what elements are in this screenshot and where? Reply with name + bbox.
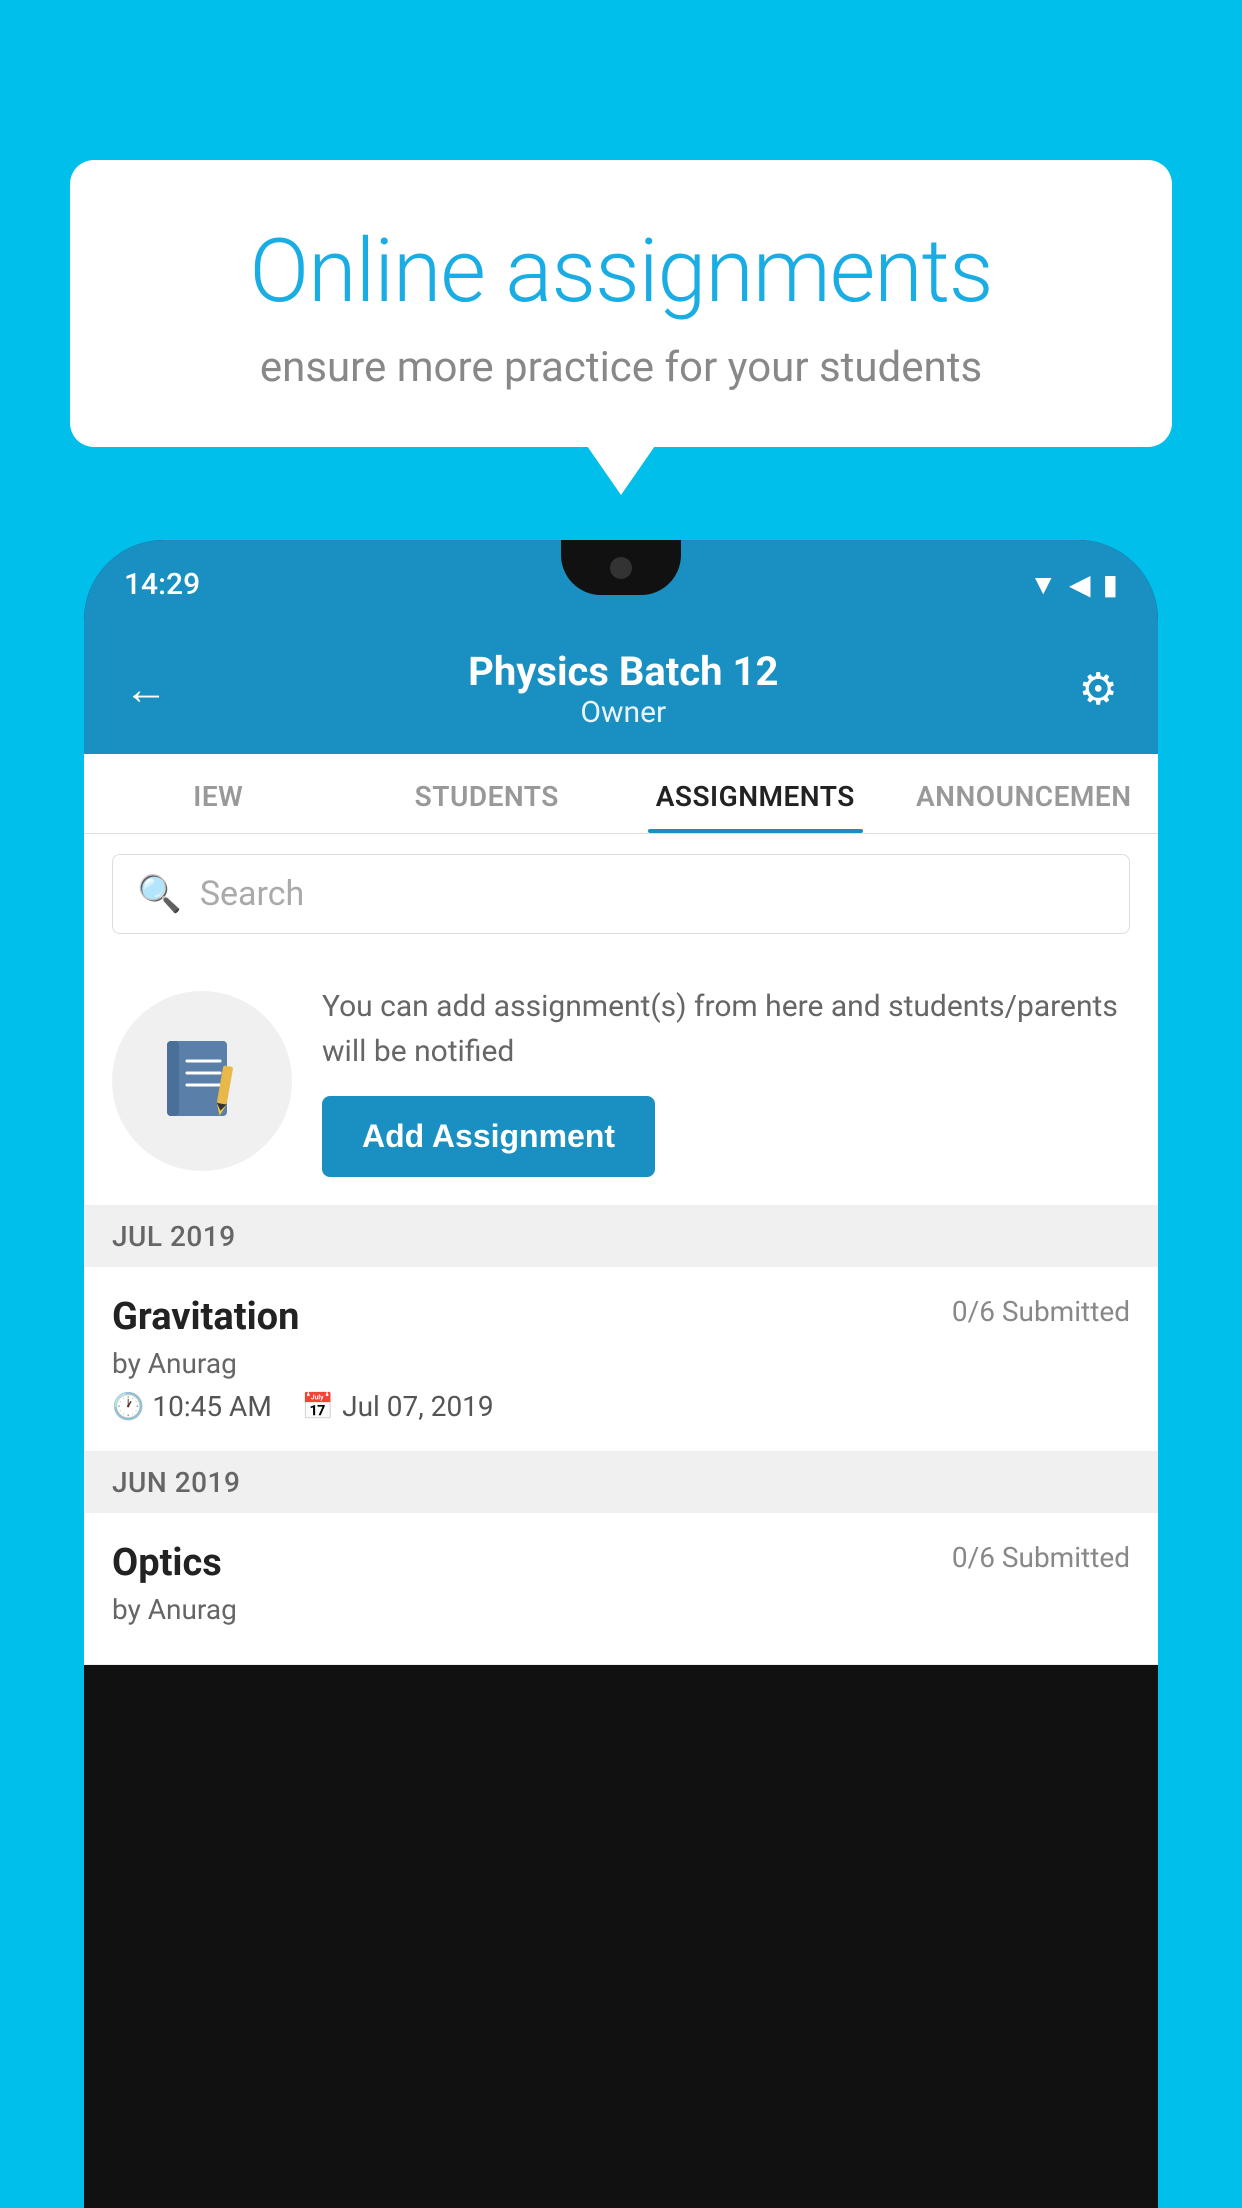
search-placeholder: Search (200, 874, 304, 914)
header-title-group: Physics Batch 12 Owner (168, 648, 1079, 730)
assignment-optics-title: Optics (112, 1541, 222, 1585)
wifi-icon: ▼ (1029, 568, 1057, 601)
assignment-by: by Anurag (112, 1347, 1130, 1380)
assignment-row1: Gravitation 0/6 Submitted (112, 1295, 1130, 1339)
add-assignment-button[interactable]: Add Assignment (322, 1096, 655, 1177)
optics-submitted-count: 0/6 Submitted (952, 1541, 1130, 1574)
assignment-optics[interactable]: Optics 0/6 Submitted by Anurag (84, 1513, 1158, 1665)
meta-date: 📅 Jul 07, 2019 (302, 1390, 494, 1423)
tab-overview[interactable]: IEW (84, 754, 353, 833)
tab-announcements[interactable]: ANNOUNCEMEN (890, 754, 1159, 833)
section-jun-2019: JUN 2019 (84, 1452, 1158, 1513)
search-bar[interactable]: 🔍 Search (112, 854, 1130, 934)
app-header: ← Physics Batch 12 Owner ⚙ (84, 628, 1158, 754)
tab-students[interactable]: STUDENTS (353, 754, 622, 833)
clock-icon: 🕐 (112, 1392, 144, 1422)
assignment-date: Jul 07, 2019 (342, 1390, 494, 1423)
tab-assignments[interactable]: ASSIGNMENTS (621, 754, 890, 833)
assignment-time: 10:45 AM (152, 1390, 271, 1423)
notch (561, 540, 681, 595)
bubble-subtitle: ensure more practice for your students (130, 343, 1112, 392)
section-jul-2019: JUL 2019 (84, 1206, 1158, 1267)
promo-right: You can add assignment(s) from here and … (322, 984, 1130, 1177)
settings-button[interactable]: ⚙ (1079, 663, 1118, 715)
battery-icon: ▮ (1103, 568, 1118, 601)
assignment-meta: 🕐 10:45 AM 📅 Jul 07, 2019 (112, 1390, 1130, 1423)
search-icon: 🔍 (137, 873, 182, 915)
back-button[interactable]: ← (124, 663, 168, 715)
bubble-title: Online assignments (130, 220, 1112, 323)
notebook-svg-icon (152, 1031, 252, 1131)
optics-assignment-by: by Anurag (112, 1593, 1130, 1626)
phone-screen: 🔍 Search (84, 834, 1158, 1665)
tabs-bar: IEW STUDENTS ASSIGNMENTS ANNOUNCEMEN (84, 754, 1158, 834)
add-assignment-promo: You can add assignment(s) from here and … (84, 954, 1158, 1206)
meta-time: 🕐 10:45 AM (112, 1390, 272, 1423)
calendar-icon: 📅 (302, 1392, 334, 1422)
assignment-title: Gravitation (112, 1295, 299, 1339)
status-time: 14:29 (124, 567, 200, 602)
phone-frame: 14:29 ▼ ◀ ▮ ← Physics Batch 12 Owner ⚙ I… (84, 540, 1158, 2208)
assignment-optics-row1: Optics 0/6 Submitted (112, 1541, 1130, 1585)
batch-title: Physics Batch 12 (168, 648, 1079, 695)
status-icons: ▼ ◀ ▮ (1029, 568, 1118, 601)
assignment-gravitation[interactable]: Gravitation 0/6 Submitted by Anurag 🕐 10… (84, 1267, 1158, 1452)
speech-bubble: Online assignments ensure more practice … (70, 160, 1172, 447)
promo-text: You can add assignment(s) from here and … (322, 984, 1130, 1074)
promo-icon-circle (112, 991, 292, 1171)
signal-icon: ◀ (1069, 568, 1091, 601)
camera (610, 557, 632, 579)
submitted-count: 0/6 Submitted (952, 1295, 1130, 1328)
owner-label: Owner (168, 695, 1079, 730)
status-bar: 14:29 ▼ ◀ ▮ (84, 540, 1158, 628)
search-container: 🔍 Search (84, 834, 1158, 954)
